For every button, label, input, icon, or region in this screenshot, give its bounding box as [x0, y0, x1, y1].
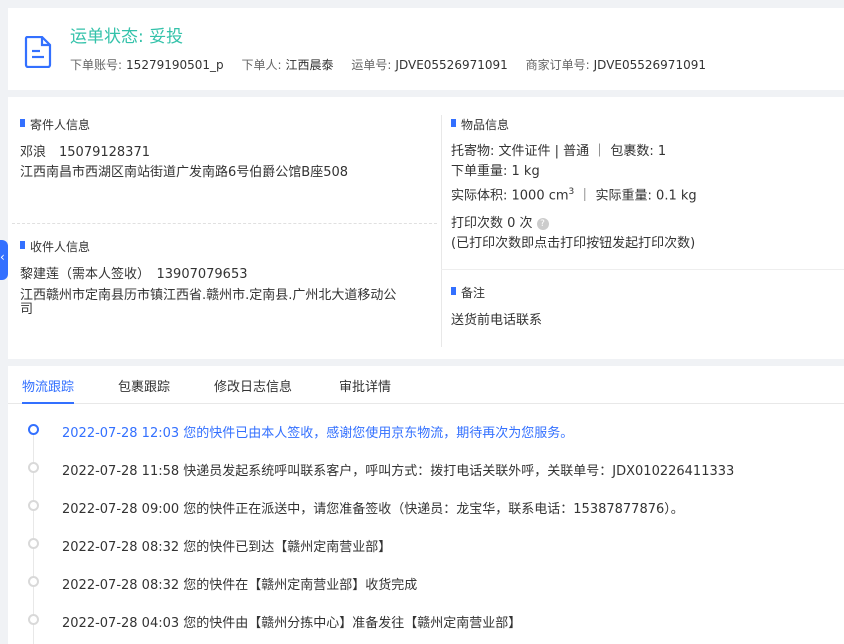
waybill-details-card: 寄件人信息 邓浪 15079128371 江西南昌市西湖区南站街道广发南路6号伯…	[8, 97, 844, 359]
remark-text: 送货前电话联系	[451, 313, 543, 328]
waybill-status-title: 运单状态: 妥投	[70, 27, 184, 47]
goods-volume-prefix: 实际体积: 1000 cm	[451, 188, 569, 204]
merchant-order-label: 商家订单号:	[525, 58, 590, 72]
orderer-value: 江西晨泰	[285, 58, 334, 72]
receiver-address-line1: 江西赣州市定南县历市镇江西省.赣州市.定南县.广州北大道移动公	[20, 288, 397, 303]
tracking-card: 物流跟踪 包裹跟踪 修改日志信息 审批详情 2022-07-28 12:03 您…	[8, 366, 844, 644]
tab-change-log[interactable]: 修改日志信息	[214, 376, 292, 404]
timeline-item: 2022-07-28 04:03 您的快件由【赣州分拣中心】准备发往【赣州定南营…	[62, 616, 522, 631]
waybill-label: 运单号:	[351, 58, 392, 72]
goods-item-line: 托寄物: 文件证件 | 普通 ｜ 包裹数: 1	[451, 144, 667, 159]
column-divider	[441, 115, 442, 347]
document-icon	[24, 36, 52, 68]
timeline-dot	[28, 462, 39, 473]
waybill-meta-row: 下单账号: 15279190501_p 下单人: 江西晨泰 运单号: JDVE0552…	[70, 56, 720, 73]
account-value: 15279190501_p	[126, 58, 224, 72]
tab-package-tracking[interactable]: 包裹跟踪	[118, 376, 170, 404]
receiver-section-title: 收件人信息	[20, 238, 90, 255]
tab-logistics-tracking[interactable]: 物流跟踪	[22, 376, 75, 404]
timeline-item: 2022-07-28 11:58 快递员发起系统呼叫联系客户，呼叫方式：拨打电话…	[62, 464, 735, 479]
timeline-dot	[28, 576, 39, 587]
account-label: 下单账号:	[70, 58, 123, 72]
timeline-dot	[28, 424, 39, 435]
timeline-item: 2022-07-28 09:00 您的快件正在派送中，请您准备签收（快递员：龙宝…	[62, 502, 684, 517]
timeline-dot	[28, 500, 39, 511]
receiver-name-phone: 黎建莲（需本人签收） 13907079653	[20, 267, 248, 282]
goods-order-weight: 下单重量: 1 kg	[451, 164, 540, 179]
waybill-value: JDVE05526971091	[395, 58, 508, 72]
tab-approval-details[interactable]: 审批详情	[339, 376, 391, 404]
help-icon[interactable]: ?	[536, 217, 549, 230]
collapse-arrow-icon[interactable]	[0, 240, 8, 280]
timeline-item: 2022-07-28 12:03 您的快件已由本人签收，感谢您使用京东物流，期待…	[62, 426, 574, 441]
goods-divider	[441, 269, 844, 270]
sender-name-phone: 邓浪 15079128371	[20, 145, 150, 160]
tracking-tabs: 物流跟踪 包裹跟踪 修改日志信息 审批详情	[8, 366, 844, 404]
goods-volume-weight: 实际体积: 1000 cm3 ｜ 实际重量: 0.1 kg	[451, 183, 697, 205]
timeline-item: 2022-07-28 08:32 您的快件已到达【赣州定南营业部】	[62, 540, 392, 555]
receiver-address-line2: 司	[20, 302, 34, 317]
print-count: 打印次数 0 次?	[451, 215, 549, 233]
print-note: (已打印次数即点击打印按钮发起打印次数)	[451, 236, 696, 251]
remark-section-title: 备注	[451, 284, 485, 301]
orderer-label: 下单人:	[241, 58, 282, 72]
waybill-header-card: 运单状态: 妥投 下单账号: 15279190501_p 下单人: 江西晨泰 运单号…	[8, 8, 844, 90]
goods-section-title: 物品信息	[451, 116, 509, 133]
section-divider	[12, 223, 437, 224]
goods-volume-suffix: ｜ 实际重量: 0.1 kg	[574, 188, 697, 204]
sender-address: 江西南昌市西湖区南站街道广发南路6号伯爵公馆B座508	[20, 165, 349, 180]
merchant-order-value: JDVE05526971091	[593, 58, 706, 72]
timeline-dot	[28, 538, 39, 549]
timeline-dot	[28, 614, 39, 625]
sender-section-title: 寄件人信息	[20, 116, 90, 133]
timeline-item: 2022-07-28 08:32 您的快件在【赣州定南营业部】收货完成	[62, 578, 418, 593]
print-count-text: 打印次数 0 次	[451, 216, 533, 231]
